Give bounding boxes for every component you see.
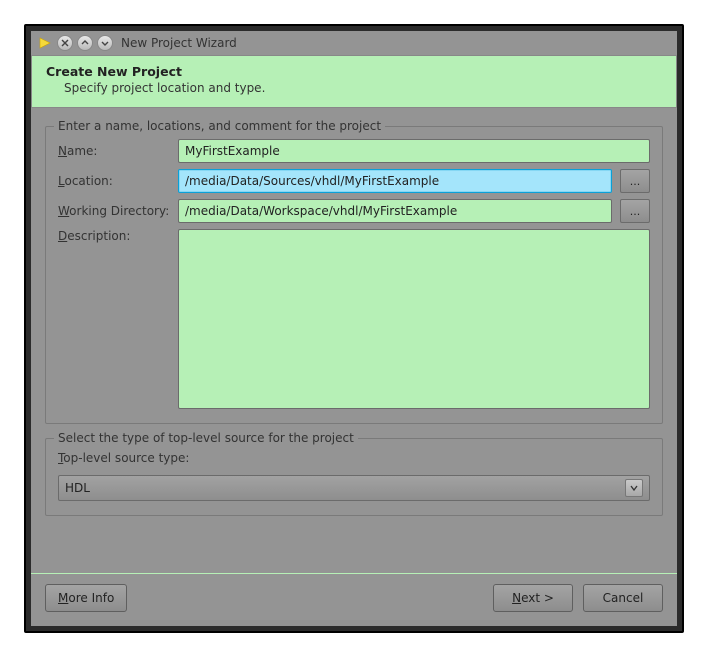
minimize-icon[interactable] xyxy=(77,35,93,51)
label-name: Name: xyxy=(58,144,170,158)
next-button[interactable]: Next > xyxy=(493,584,573,612)
name-input[interactable] xyxy=(178,139,650,163)
location-browse-button[interactable]: ... xyxy=(620,169,650,193)
wizard-button-bar: More Info Next > Cancel xyxy=(31,574,677,626)
description-textarea[interactable] xyxy=(178,229,650,409)
close-icon[interactable] xyxy=(57,35,73,51)
row-name: Name: xyxy=(58,139,650,163)
window-title: New Project Wizard xyxy=(121,36,237,50)
wizard-header: Create New Project Specify project locat… xyxy=(31,55,677,108)
label-source-type: Top-level source type: xyxy=(58,451,650,465)
working-directory-input[interactable] xyxy=(178,199,612,223)
row-working-directory: Working Directory: ... xyxy=(58,199,650,223)
label-working-directory: Working Directory: xyxy=(58,204,170,218)
row-location: Location: ... xyxy=(58,169,650,193)
wizard-header-subtitle: Specify project location and type. xyxy=(46,79,662,95)
label-description: Description: xyxy=(58,229,170,243)
more-info-button[interactable]: More Info xyxy=(45,584,127,612)
cancel-button[interactable]: Cancel xyxy=(583,584,663,612)
wizard-header-title: Create New Project xyxy=(46,64,662,79)
source-type-value: HDL xyxy=(65,481,90,495)
row-description: Description: xyxy=(58,229,650,409)
fieldset-source-type: Select the type of top-level source for … xyxy=(45,438,663,516)
working-directory-browse-button[interactable]: ... xyxy=(620,199,650,223)
fieldset-source-type-legend: Select the type of top-level source for … xyxy=(54,431,358,445)
maximize-icon[interactable] xyxy=(97,35,113,51)
location-input[interactable] xyxy=(178,169,612,193)
wizard-body: Enter a name, locations, and comment for… xyxy=(31,108,677,573)
titlebar: New Project Wizard xyxy=(31,31,677,55)
app-icon xyxy=(37,35,53,51)
label-location: Location: xyxy=(58,174,170,188)
source-type-combo[interactable]: HDL xyxy=(58,475,650,501)
window: New Project Wizard Create New Project Sp… xyxy=(31,31,677,626)
fieldset-project-entry: Enter a name, locations, and comment for… xyxy=(45,126,663,424)
window-frame: New Project Wizard Create New Project Sp… xyxy=(24,24,684,633)
chevron-down-icon xyxy=(625,479,643,497)
fieldset-project-entry-legend: Enter a name, locations, and comment for… xyxy=(54,119,385,133)
